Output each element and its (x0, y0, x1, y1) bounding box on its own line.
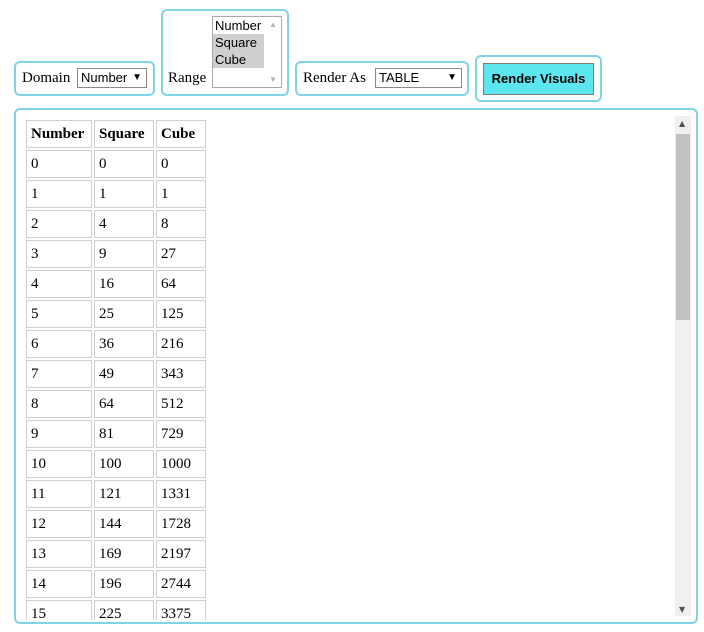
range-label: Range (168, 70, 207, 86)
range-option-cube[interactable]: Cube (213, 51, 264, 68)
table-cell: 27 (156, 240, 206, 268)
chevron-down-icon: ▼ (447, 72, 457, 83)
chevron-down-icon: ▼ (132, 72, 142, 83)
range-option-number[interactable]: Number (213, 17, 264, 34)
table-cell: 25 (94, 300, 154, 328)
table-cell: 2 (26, 210, 92, 238)
scroll-down-icon[interactable]: ▼ (269, 75, 277, 84)
table-row: 9 81 729 (26, 420, 206, 448)
table-viewport: Number Square Cube 0 0 0 1 1 1 2 4 8 3 9 27 4 16 64 5 25… (16, 110, 674, 620)
scroll-up-icon[interactable]: ▲ (269, 20, 277, 29)
table-cell: 1000 (156, 450, 206, 478)
column-header-number: Number (26, 120, 92, 148)
table-cell: 8 (156, 210, 206, 238)
table-cell: 8 (26, 390, 92, 418)
table-cell: 13 (26, 540, 92, 568)
render-as-group: Render As TABLE ▼ (295, 61, 469, 96)
table-cell: 6 (26, 330, 92, 358)
table-row: 4 16 64 (26, 270, 206, 298)
scrollbar-thumb[interactable] (676, 134, 690, 320)
table-cell: 196 (94, 570, 154, 598)
table-row: 3 9 27 (26, 240, 206, 268)
table-cell: 36 (94, 330, 154, 358)
table-body: 0 0 0 1 1 1 2 4 8 3 9 27 4 16 64 5 25 125 6 36 216 7 49 343 8 64 5… (26, 150, 206, 620)
results-scrollbar[interactable]: ▲ ▼ (675, 116, 691, 616)
table-cell: 15 (26, 600, 92, 620)
table-cell: 49 (94, 360, 154, 388)
table-cell: 16 (94, 270, 154, 298)
table-cell: 729 (156, 420, 206, 448)
table-row: 6 36 216 (26, 330, 206, 358)
table-row: 5 25 125 (26, 300, 206, 328)
table-cell: 2197 (156, 540, 206, 568)
table-cell: 14 (26, 570, 92, 598)
table-cell: 9 (26, 420, 92, 448)
table-cell: 125 (156, 300, 206, 328)
table-cell: 3375 (156, 600, 206, 620)
table-row: 7 49 343 (26, 360, 206, 388)
table-cell: 4 (26, 270, 92, 298)
table-cell: 7 (26, 360, 92, 388)
table-cell: 11 (26, 480, 92, 508)
table-row: 13 169 2197 (26, 540, 206, 568)
table-cell: 12 (26, 510, 92, 538)
table-cell: 81 (94, 420, 154, 448)
range-option-square[interactable]: Square (213, 34, 264, 51)
table-row: 14 196 2744 (26, 570, 206, 598)
table-cell: 1 (156, 180, 206, 208)
table-cell: 3 (26, 240, 92, 268)
column-header-cube: Cube (156, 120, 206, 148)
table-cell: 64 (156, 270, 206, 298)
table-cell: 121 (94, 480, 154, 508)
table-header-row: Number Square Cube (26, 120, 206, 148)
render-visuals-button[interactable]: Render Visuals (483, 63, 594, 95)
column-header-square: Square (94, 120, 154, 148)
render-button-group: Render Visuals (475, 55, 602, 102)
range-listbox[interactable]: Number Square Cube ▲ ▼ (212, 16, 282, 88)
table-row: 11 121 1331 (26, 480, 206, 508)
table-row: 8 64 512 (26, 390, 206, 418)
table-cell: 225 (94, 600, 154, 620)
render-as-select[interactable]: TABLE ▼ (375, 68, 462, 88)
table-cell: 4 (94, 210, 154, 238)
table-row: 12 144 1728 (26, 510, 206, 538)
table-cell: 144 (94, 510, 154, 538)
table-cell: 5 (26, 300, 92, 328)
table-row: 000 (26, 150, 206, 178)
render-as-value: TABLE (379, 70, 420, 85)
range-listbox-scrollbar[interactable]: ▲ ▼ (265, 17, 281, 87)
table-cell: 1 (26, 180, 92, 208)
table-cell: 64 (94, 390, 154, 418)
domain-value: Number (81, 70, 128, 85)
table-cell: 0 (26, 150, 92, 178)
table-cell: 0 (156, 150, 206, 178)
table-cell: 2744 (156, 570, 206, 598)
table-row: 15 225 3375 (26, 600, 206, 620)
domain-label: Domain (22, 70, 71, 86)
table-row: 10 100 1000 (26, 450, 206, 478)
range-group: Range Number Square Cube ▲ ▼ (161, 9, 289, 96)
table-cell: 9 (94, 240, 154, 268)
table-cell: 10 (26, 450, 92, 478)
table-cell: 1331 (156, 480, 206, 508)
table-row: 111 (26, 180, 206, 208)
table-cell: 1728 (156, 510, 206, 538)
table-cell: 1 (94, 180, 154, 208)
table-cell: 169 (94, 540, 154, 568)
table-cell: 512 (156, 390, 206, 418)
table-cell: 100 (94, 450, 154, 478)
domain-select[interactable]: Number ▼ (77, 68, 147, 88)
domain-group: Domain Number ▼ (14, 61, 155, 96)
table-cell: 343 (156, 360, 206, 388)
scroll-up-icon[interactable]: ▲ (679, 119, 685, 128)
table-cell: 0 (94, 150, 154, 178)
scroll-down-icon[interactable]: ▼ (679, 605, 685, 614)
table-row: 248 (26, 210, 206, 238)
results-table: Number Square Cube 0 0 0 1 1 1 2 4 8 3 9 27 4 16 64 5 25… (24, 118, 208, 620)
results-panel: Number Square Cube 0 0 0 1 1 1 2 4 8 3 9 27 4 16 64 5 25… (14, 108, 698, 624)
table-cell: 216 (156, 330, 206, 358)
render-as-label: Render As (303, 70, 366, 86)
